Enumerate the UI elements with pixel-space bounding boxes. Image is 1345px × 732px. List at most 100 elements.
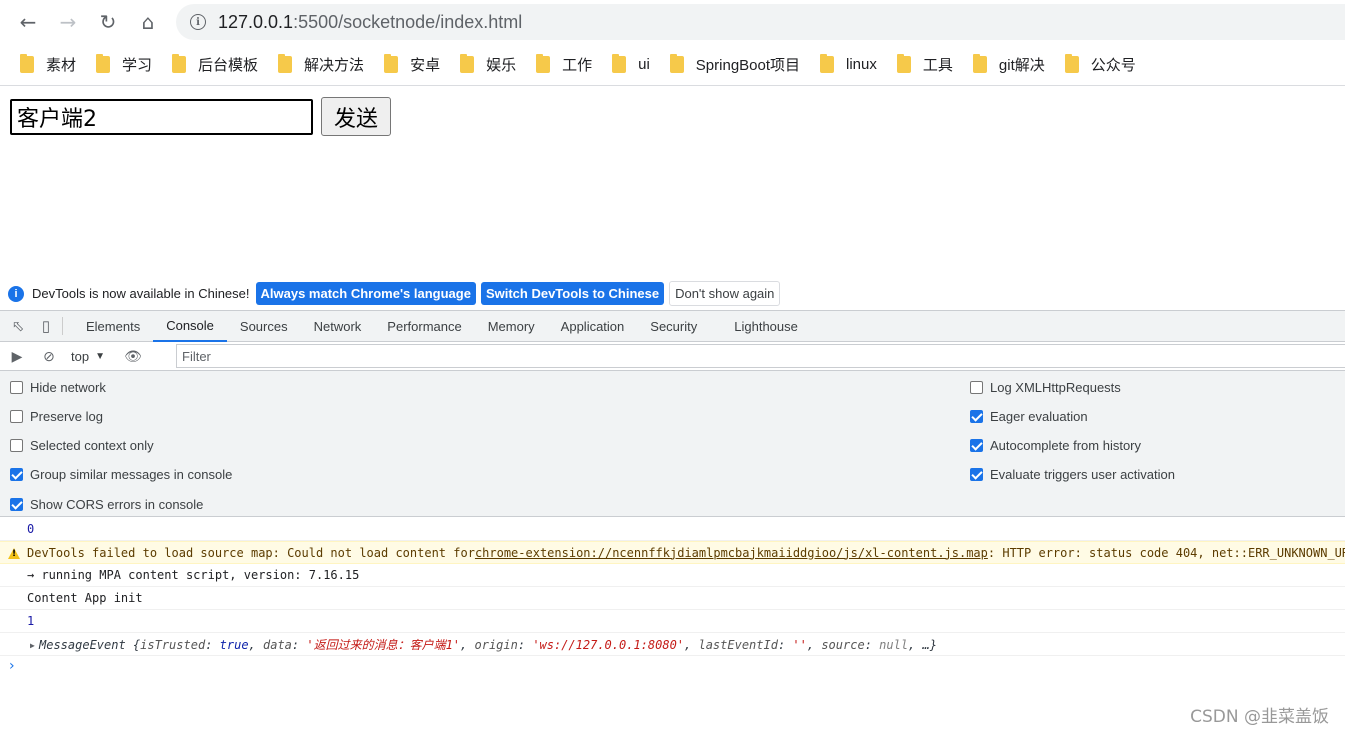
sidebar-toggle-icon[interactable]: ▶: [9, 348, 25, 364]
console-prompt-icon[interactable]: ›: [9, 658, 15, 674]
source-map-link[interactable]: chrome-extension://ncennffkjdiamlpmcbajk…: [475, 546, 988, 560]
log-text: Content App init: [27, 591, 143, 605]
tab-application[interactable]: Application: [548, 311, 638, 342]
tab-sources[interactable]: Sources: [227, 311, 301, 342]
devtools-tabbar: ⬁ ▯ Elements Console Sources Network Perform…: [0, 310, 1345, 342]
setting-option[interactable]: Hide network: [10, 377, 106, 397]
devtools-infobar: i DevTools is now available in Chinese! …: [0, 278, 1345, 309]
console-message: 1: [0, 610, 1345, 633]
folder-icon: [172, 54, 187, 73]
watermark: CSDN @韭菜盖饭: [1190, 707, 1329, 727]
setting-option[interactable]: Show CORS errors in console: [10, 494, 203, 514]
folder-icon: [20, 54, 34, 73]
forward-icon[interactable]: →: [48, 2, 88, 42]
url-text[interactable]: 127.0.0.1:5500/socketnode/index.html: [218, 12, 522, 33]
bookmark-item[interactable]: 工具: [891, 49, 961, 81]
setting-checkbox[interactable]: [10, 380, 23, 394]
message-input[interactable]: [10, 99, 313, 135]
setting-checkbox[interactable]: [970, 467, 983, 481]
setting-checkbox[interactable]: [10, 497, 23, 511]
info-icon: i: [8, 285, 24, 302]
bookmark-label: 后台模板: [198, 57, 259, 74]
folder-icon: [96, 54, 111, 73]
dont-show-again-button[interactable]: Don't show again: [669, 281, 781, 306]
reload-icon[interactable]: ↻: [88, 2, 128, 42]
setting-checkbox[interactable]: [970, 409, 983, 423]
infobar-message: DevTools is now available in Chinese!: [32, 286, 250, 301]
folder-icon: [1064, 54, 1079, 73]
site-info-icon[interactable]: i: [190, 14, 206, 30]
tab-performance[interactable]: Performance: [374, 311, 474, 342]
setting-option[interactable]: Log XMLHttpRequests: [970, 377, 1121, 397]
back-icon[interactable]: ←: [8, 2, 48, 42]
setting-checkbox[interactable]: [970, 380, 983, 394]
log-value: 1: [27, 614, 35, 628]
setting-label: Preserve log: [30, 408, 103, 424]
setting-label: Group similar messages in console: [30, 466, 233, 482]
bookmark-item[interactable]: 工作: [530, 49, 600, 81]
console-message: 0: [0, 518, 1345, 541]
setting-label: Show CORS errors in console: [30, 496, 204, 512]
home-icon[interactable]: ⌂: [128, 2, 168, 42]
message-event-object[interactable]: MessageEvent {isTrusted: true, data: '返回…: [39, 636, 937, 653]
match-language-button[interactable]: Always match Chrome's language: [255, 282, 476, 305]
tab-elements[interactable]: Elements: [73, 311, 153, 342]
folder-icon: [384, 54, 399, 73]
inspect-element-icon[interactable]: ⬁: [10, 318, 26, 335]
folder-icon: [820, 54, 835, 73]
folder-icon: [669, 54, 684, 73]
tab-console[interactable]: Console: [153, 311, 227, 342]
console-log: 0 DevTools failed to load source map: Co…: [0, 518, 1345, 732]
filter-input[interactable]: Filter: [176, 344, 1345, 368]
setting-checkbox[interactable]: [10, 409, 23, 423]
warning-icon: [8, 548, 20, 559]
setting-label: Selected context only: [30, 437, 154, 453]
setting-checkbox[interactable]: [10, 438, 23, 452]
switch-to-chinese-button[interactable]: Switch DevTools to Chinese: [480, 282, 665, 305]
bookmark-item[interactable]: 娱乐: [454, 49, 524, 81]
bookmark-item[interactable]: ui: [606, 49, 658, 81]
warning-suffix: : HTTP error: status code 404, net::ERR_…: [987, 545, 1345, 560]
send-button[interactable]: 发送: [321, 97, 391, 136]
setting-label: Evaluate triggers user activation: [990, 466, 1175, 482]
address-bar[interactable]: i 127.0.0.1:5500/socketnode/index.html: [176, 4, 1345, 40]
bookmark-item[interactable]: SpringBoot项目: [664, 49, 808, 81]
setting-option[interactable]: Group similar messages in console: [10, 464, 232, 484]
bookmark-label: 公众号: [1090, 57, 1136, 74]
bookmark-item[interactable]: 素材: [14, 49, 84, 81]
folder-icon: [972, 54, 987, 73]
setting-option[interactable]: Eager evaluation: [970, 406, 1088, 426]
device-toolbar-icon[interactable]: ▯: [38, 318, 54, 335]
bookmark-label: git解决: [998, 57, 1045, 74]
setting-option[interactable]: Selected context only: [10, 435, 154, 455]
bookmark-item[interactable]: 后台模板: [166, 49, 266, 81]
bookmark-label: 娱乐: [486, 57, 517, 74]
tab-memory[interactable]: Memory: [475, 311, 548, 342]
bookmark-item[interactable]: linux: [814, 49, 885, 81]
clear-console-icon[interactable]: ⊘: [41, 348, 57, 364]
bookmark-item[interactable]: 公众号: [1059, 49, 1144, 81]
setting-option[interactable]: Evaluate triggers user activation: [970, 464, 1175, 484]
folder-icon: [612, 54, 627, 73]
filter-placeholder: Filter: [182, 348, 211, 364]
expand-triangle-icon[interactable]: ▶: [30, 641, 35, 650]
context-selector[interactable]: top ▼: [71, 349, 105, 364]
tab-lighthouse[interactable]: Lighthouse: [721, 311, 811, 342]
setting-option[interactable]: Preserve log: [10, 406, 103, 426]
bookmark-item[interactable]: 学习: [90, 49, 160, 81]
bookmark-item[interactable]: 解决方法: [272, 49, 372, 81]
bookmark-label: SpringBoot项目: [695, 57, 801, 74]
console-object-message[interactable]: ▶ MessageEvent {isTrusted: true, data: '…: [0, 633, 1345, 656]
bookmark-label: 安卓: [410, 57, 441, 74]
console-warning: DevTools failed to load source map: Coul…: [0, 541, 1345, 564]
setting-checkbox[interactable]: [10, 467, 23, 481]
setting-checkbox[interactable]: [970, 438, 983, 452]
tab-network[interactable]: Network: [301, 311, 375, 342]
setting-option[interactable]: Autocomplete from history: [970, 435, 1141, 455]
bookmark-item[interactable]: git解决: [967, 49, 1053, 81]
console-message: → running MPA content script, version: 7…: [0, 564, 1345, 587]
live-expression-eye-icon[interactable]: 👁: [124, 348, 142, 364]
dropdown-arrow-icon: ▼: [95, 350, 105, 362]
bookmark-item[interactable]: 安卓: [378, 49, 448, 81]
tab-security[interactable]: Security: [637, 311, 710, 342]
